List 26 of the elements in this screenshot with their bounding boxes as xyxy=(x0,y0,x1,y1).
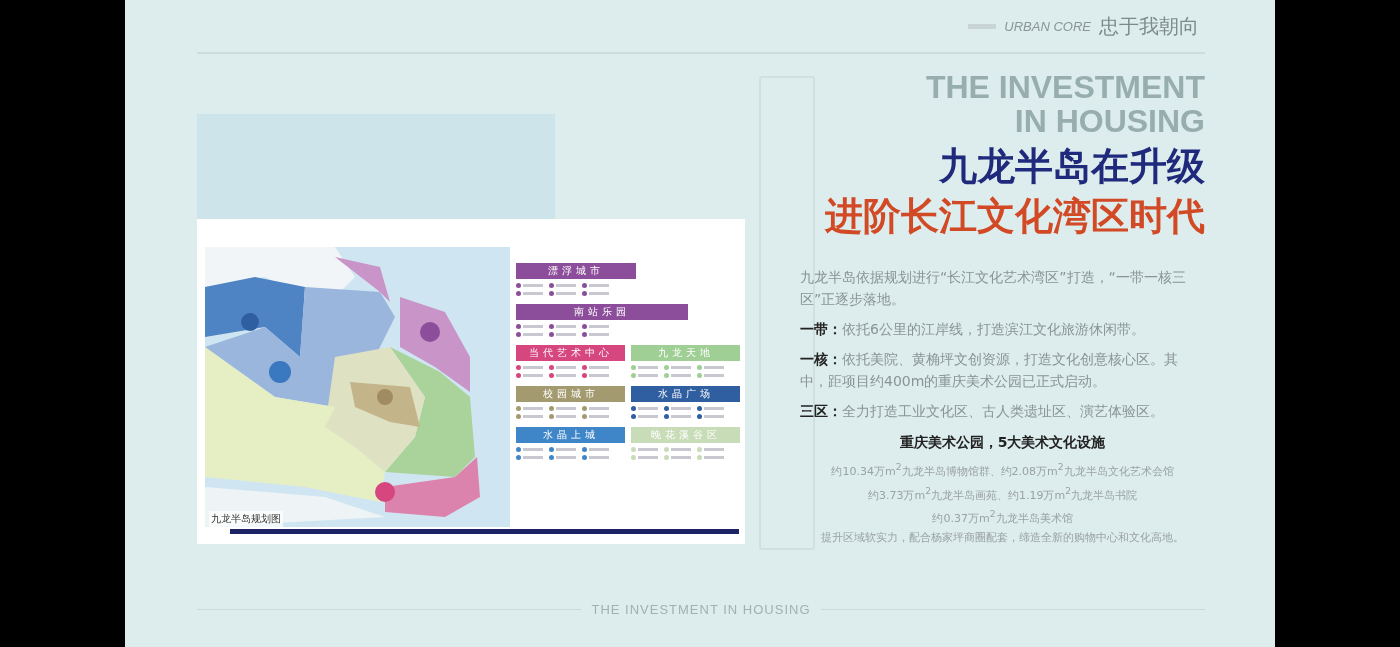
legend-heading: 九龙天地 xyxy=(631,345,740,361)
background-outline-text: IN HOUSING xyxy=(1013,104,1205,138)
legend-heading: 水晶上城 xyxy=(516,427,625,443)
header-tagline: URBAN CORE xyxy=(1004,18,1091,34)
point-paragraph: 三区：全力打造工业文化区、古人类遗址区、演艺体验区。 xyxy=(800,402,1165,421)
point-paragraph: 一核：依托美院、黄桷坪文创资源，打造文化创意核心区。其中，距项目约400m的重庆美术公园已正式启动。 xyxy=(800,350,1179,391)
legend-heading: 校园城市 xyxy=(516,386,625,402)
headline: 九龙半岛在升级 xyxy=(938,143,1205,190)
headline-subtitle: 进阶长江文化湾区时代 xyxy=(823,193,1205,240)
legend-heading: 晚花溪谷区 xyxy=(631,427,740,443)
facilities-title: 重庆美术公园，5大美术文化设施 xyxy=(898,434,1107,452)
legend-heading: 水晶广场 xyxy=(631,386,740,402)
header-slogan: 忠于我朝向 xyxy=(1099,12,1199,40)
facility-line: 约10.34万m$^{2}$九龙半岛博物馆群、约2.08万m$^{2}$九龙半岛文化艺术会馆 xyxy=(831,460,1174,480)
facility-line: 约3.73万m$^{2}$九龙半岛画苑、约1.19万m$^{2}$九龙半岛书院 xyxy=(867,483,1138,504)
legend-heading: 南站乐园 xyxy=(516,304,688,320)
intro-paragraph: 九龙半岛依据规划进行“长江文化艺术湾区”打造，“一带一核三区”正逐步落地。 xyxy=(800,268,1187,309)
map-caption: 九龙半岛规划图 xyxy=(209,511,283,527)
facility-line: 提升区域软实力，配合杨家坪商圈配套，缔造全新的购物中心和文化高地。 xyxy=(821,529,1184,546)
legend-heading: 漂浮城市 xyxy=(516,263,636,279)
legend-heading: 当代艺术中心 xyxy=(516,345,625,361)
footer-text: THE INVESTMENT IN HOUSING xyxy=(591,601,811,617)
background-outline-text: THE INVESTMENT xyxy=(925,70,1205,104)
header-dash xyxy=(968,23,997,29)
facility-line: 约0.37万m$^{2}$九龙半岛美术馆 xyxy=(932,507,1073,527)
point-paragraph: 一带：依托6公里的江岸线，打造滨江文化旅游休闲带。 xyxy=(800,320,1146,339)
